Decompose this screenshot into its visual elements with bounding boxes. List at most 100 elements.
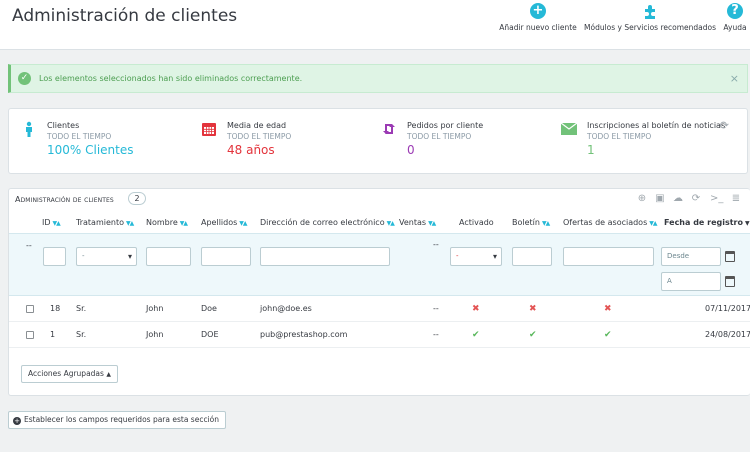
help-label: Ayuda: [723, 23, 747, 32]
filter-date-from-input[interactable]: Desde: [661, 247, 721, 266]
help-button[interactable]: ? Ayuda: [720, 3, 750, 32]
kpi-title: Pedidos por cliente: [407, 121, 484, 130]
filter-date-to-input[interactable]: A: [661, 272, 721, 291]
row-checkbox[interactable]: [26, 305, 34, 313]
filter-optin-input[interactable]: [563, 247, 654, 266]
alert-close-button[interactable]: ×: [730, 72, 739, 85]
col-newsletter[interactable]: Boletín ▼▲: [512, 218, 550, 227]
refresh-list-icon[interactable]: ⟳: [690, 193, 702, 205]
filter-lastname-input[interactable]: [201, 247, 251, 266]
filter-dash: --: [26, 241, 32, 250]
database-icon[interactable]: ≣: [730, 193, 742, 205]
cell-sales: --: [433, 330, 439, 339]
cell-firstname: John: [146, 330, 164, 339]
cloud-upload-icon[interactable]: ☁: [672, 193, 684, 205]
table-row[interactable]: 18 Sr. John Doe john@doe.es -- ✖ ✖ ✖ 07/…: [9, 296, 750, 322]
status-enabled-icon[interactable]: ✔: [472, 330, 480, 340]
user-icon: [26, 121, 32, 137]
col-label: Apellidos: [201, 218, 238, 227]
recommended-modules-button[interactable]: Módulos y Servicios recomendados: [581, 3, 719, 32]
col-active: Activado: [459, 218, 494, 227]
col-label: Nombre: [146, 218, 178, 227]
filter-email-input[interactable]: [260, 247, 390, 266]
col-label: Ofertas de asociados: [563, 218, 648, 227]
page-header: Administración de clientes + Añadir nuev…: [0, 0, 750, 50]
puzzle-icon: [642, 3, 658, 19]
filter-active-select[interactable]: -: [450, 247, 502, 266]
sort-arrows-icon[interactable]: ▼▲: [239, 220, 247, 227]
kpi-title: Inscripciones al boletín de noticias: [587, 121, 726, 130]
sort-arrows-icon[interactable]: ▼▲: [649, 220, 657, 227]
status-disabled-icon[interactable]: ✖: [472, 304, 480, 314]
calendar-icon[interactable]: [725, 276, 735, 287]
recommended-modules-label: Módulos y Servicios recomendados: [584, 23, 716, 32]
date-to-placeholder: A: [667, 277, 672, 285]
panel-title: Administración de clientes: [15, 195, 114, 204]
optin-enabled-icon[interactable]: ✔: [604, 330, 612, 340]
col-email[interactable]: Dirección de correo electrónico ▼▲: [260, 218, 395, 227]
filter-newsletter-input[interactable]: [512, 247, 552, 266]
calendar-icon: [202, 123, 216, 136]
col-social-title[interactable]: Tratamiento ▼▲: [76, 218, 134, 227]
newsletter-disabled-icon[interactable]: ✖: [529, 304, 537, 314]
sort-desc-icon[interactable]: ▼: [745, 220, 750, 227]
filter-social-select[interactable]: -: [76, 247, 137, 266]
add-customer-button[interactable]: + Añadir nuevo cliente: [498, 3, 578, 32]
cell-lastname: Doe: [201, 304, 217, 313]
table-row[interactable]: 1 Sr. John DOE pub@prestashop.com -- ✔ ✔…: [9, 322, 750, 348]
cell-social-title: Sr.: [76, 330, 87, 339]
row-checkbox[interactable]: [26, 331, 34, 339]
add-icon[interactable]: ⊕: [636, 193, 648, 205]
sort-arrows-icon[interactable]: ▼▲: [428, 220, 436, 227]
sql-terminal-icon[interactable]: >_: [710, 193, 723, 205]
col-label: Fecha de registro: [664, 218, 743, 227]
filter-id-input[interactable]: [43, 247, 66, 266]
cell-id: 1: [50, 330, 56, 339]
required-fields-button[interactable]: + Establecer los campos requeridos para e…: [8, 411, 227, 429]
col-label: Activado: [459, 218, 494, 227]
kpi-subtitle: TODO EL TIEMPO: [227, 132, 292, 141]
filter-firstname-input[interactable]: [146, 247, 191, 266]
export-icon[interactable]: ▣: [654, 193, 666, 205]
col-lastname[interactable]: Apellidos ▼▲: [201, 218, 248, 227]
cell-email: pub@prestashop.com: [260, 330, 348, 339]
kpi-subtitle: TODO EL TIEMPO: [587, 132, 652, 141]
required-fields-label: Establecer los campos requeridos para es…: [24, 415, 220, 424]
refresh-icon[interactable]: ⟳: [720, 119, 729, 132]
filter-row: -- - -- - Desde A: [9, 233, 750, 296]
sort-arrows-icon[interactable]: ▼▲: [180, 220, 188, 227]
optin-disabled-icon[interactable]: ✖: [604, 304, 612, 314]
kpi-title: Clientes: [47, 121, 80, 130]
alert-message: Los elementos seleccionados han sido eli…: [39, 74, 303, 83]
cell-sales: --: [433, 304, 439, 313]
customers-panel: Administración de clientes 2 ⊕ ▣ ☁ ⟳ >_ …: [8, 188, 750, 396]
caret-up-icon: ▲: [106, 371, 111, 378]
col-firstname[interactable]: Nombre ▼▲: [146, 218, 188, 227]
kpi-title: Media de edad: [227, 121, 287, 130]
sort-arrows-icon[interactable]: ▼▲: [126, 220, 134, 227]
col-sales[interactable]: Ventas ▼▲: [399, 218, 436, 227]
col-label: Boletín: [512, 218, 540, 227]
cell-social-title: Sr.: [76, 304, 87, 313]
kpi-subtitle: TODO EL TIEMPO: [407, 132, 472, 141]
col-label: ID: [42, 218, 51, 227]
info-circle-icon: +: [13, 417, 21, 425]
bulk-actions-button[interactable]: Acciones Agrupadas ▲: [21, 365, 118, 383]
kpi-value: 0: [407, 143, 415, 157]
cell-date: 07/11/2017: [705, 304, 750, 313]
col-date-add[interactable]: Fecha de registro ▼: [664, 218, 750, 227]
filter-sales-dash: --: [433, 240, 439, 249]
bulk-actions-label: Acciones Agrupadas: [28, 369, 104, 378]
newsletter-enabled-icon[interactable]: ✔: [529, 330, 537, 340]
cell-date: 24/08/2017: [705, 330, 750, 339]
page-title: Administración de clientes: [12, 6, 238, 26]
cell-lastname: DOE: [201, 330, 219, 339]
col-optin[interactable]: Ofertas de asociados ▼▲: [563, 218, 658, 227]
col-label: Ventas: [399, 218, 427, 227]
sort-arrows-icon[interactable]: ▼▲: [387, 220, 395, 227]
sort-arrows-icon[interactable]: ▼▲: [53, 220, 61, 227]
sort-arrows-icon[interactable]: ▼▲: [542, 220, 550, 227]
col-id[interactable]: ID ▼▲: [42, 218, 61, 227]
calendar-icon[interactable]: [725, 251, 735, 262]
col-label: Dirección de correo electrónico: [260, 218, 385, 227]
